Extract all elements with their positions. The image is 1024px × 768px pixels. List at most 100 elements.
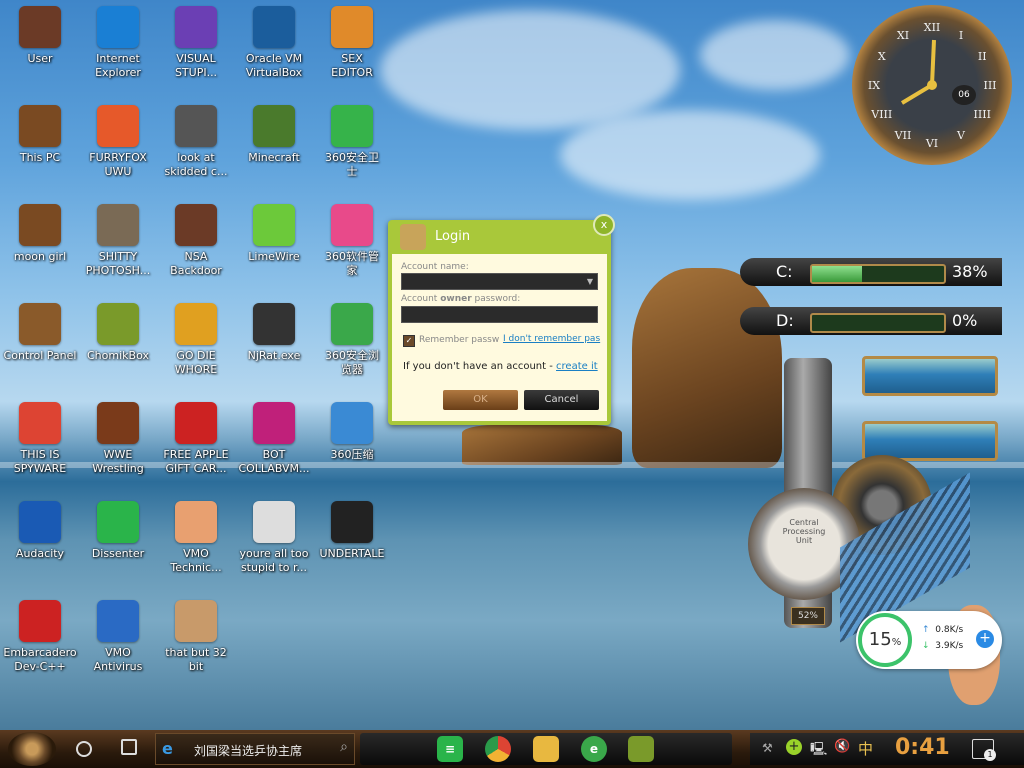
- drive-usage-bar: [810, 264, 946, 284]
- monitor-icon: [253, 402, 295, 444]
- desktop-icon[interactable]: User: [0, 6, 80, 66]
- forgot-password-link[interactable]: I don't remember pas: [503, 334, 600, 344]
- cpu-usage-ring: 15%: [858, 613, 912, 667]
- desktop-icon-label: Minecraft: [248, 151, 300, 164]
- cancel-button[interactable]: Cancel: [524, 390, 599, 410]
- desktop-icon[interactable]: Control Panel: [0, 303, 80, 363]
- desktop-icon[interactable]: Minecraft: [234, 105, 314, 165]
- taskbar-clock[interactable]: 0:41: [895, 735, 950, 760]
- limewire-icon: [253, 204, 295, 246]
- cloud: [560, 110, 820, 200]
- cpu-gauge-title: Central Processing Unit: [782, 518, 826, 545]
- desktop-icon[interactable]: NjRat.exe: [234, 303, 314, 363]
- desktop-icon-label: WWE Wrestling: [92, 448, 144, 475]
- password-field[interactable]: [401, 306, 598, 323]
- ok-button[interactable]: OK: [443, 390, 518, 410]
- desktop-icon[interactable]: Oracle VM VirtualBox: [234, 6, 314, 80]
- desktop-icon[interactable]: 360压缩: [312, 402, 392, 462]
- network-icon[interactable]: 🖳: [810, 740, 827, 762]
- volume-muted-icon[interactable]: 🔇: [834, 739, 850, 754]
- remember-checkbox[interactable]: ✓: [403, 335, 415, 347]
- desktop-icon[interactable]: 360安全浏 览器: [312, 303, 392, 377]
- desktop-icon-label: VMO Antivirus: [93, 646, 143, 673]
- desktop-icon[interactable]: This PC: [0, 105, 80, 165]
- oven-icon: [97, 402, 139, 444]
- clock-numeral: IX: [868, 79, 880, 92]
- desktop-icon[interactable]: FREE APPLE GIFT CAR...: [156, 402, 236, 476]
- tv-icon: [175, 204, 217, 246]
- search-icon[interactable]: ⌕: [340, 739, 348, 755]
- 360-browser-icon: [331, 303, 373, 345]
- desktop-icon[interactable]: VMO Technic...: [156, 501, 236, 575]
- chrome-taskbar-icon[interactable]: [485, 736, 511, 762]
- desktop-icon[interactable]: SEX EDITOR: [312, 6, 392, 80]
- desktop-icon-label: 360安全卫 士: [325, 151, 379, 178]
- close-icon[interactable]: x: [593, 214, 615, 236]
- network-monitor[interactable]: 15% ↑ 0.8K/s ↓ 3.9K/s +: [856, 611, 1002, 669]
- tube-gauge-top: [862, 356, 998, 396]
- chevron-down-icon[interactable]: ▼: [587, 277, 593, 286]
- sea-rock: [632, 268, 782, 468]
- desktop-icon[interactable]: VISUAL STUPI...: [156, 6, 236, 80]
- desktop-icon[interactable]: GO DIE WHORE: [156, 303, 236, 377]
- task-view-icon[interactable]: [121, 739, 137, 755]
- de-icon: [175, 303, 217, 345]
- desktop-icon[interactable]: UNDERTALE: [312, 501, 392, 561]
- start-button[interactable]: [8, 732, 56, 766]
- minecraft-icon: [253, 105, 295, 147]
- desktop-icon[interactable]: moon girl: [0, 204, 80, 264]
- desktop-icon[interactable]: BOT COLLABVM...: [234, 402, 314, 476]
- account-name-label: Account name:: [401, 262, 469, 272]
- desktop-icon[interactable]: SHITTY PHOTOSH...: [78, 204, 158, 278]
- desktop-icon[interactable]: VMO Antivirus: [78, 600, 158, 674]
- desktop-icon-label: Embarcadero Dev-C++: [3, 646, 77, 673]
- desktop-icon[interactable]: Internet Explorer: [78, 6, 158, 80]
- clock-widget: XII I II III IIII V VI VII VIII IX X XI 06: [852, 5, 1012, 165]
- clock-numeral: VI: [925, 137, 938, 150]
- account-name-field[interactable]: ▼: [401, 273, 598, 290]
- 360-security-icon: [331, 105, 373, 147]
- hex-editor-icon: [331, 6, 373, 48]
- desktop-icon[interactable]: FURRYFOX UWU: [78, 105, 158, 179]
- desktop-icon[interactable]: Dissenter: [78, 501, 158, 561]
- desktop-icon[interactable]: THIS IS SPYWARE: [0, 402, 80, 476]
- desktop: User Internet Explorer VISUAL STUPI... Orac…: [0, 0, 1024, 730]
- desktop-icon-label: NSA Backdoor: [170, 250, 222, 277]
- desktop-icon-label: VMO Technic...: [170, 547, 222, 574]
- chomikbox-taskbar-icon[interactable]: [628, 736, 654, 762]
- login-dialog[interactable]: Login x Account name: ▼ Account owner pa…: [388, 214, 615, 425]
- drive-gauge-d: D: 0%: [740, 307, 1002, 335]
- desktop-icon[interactable]: ChomikBox: [78, 303, 158, 363]
- desktop-icon[interactable]: 360安全卫 士: [312, 105, 392, 179]
- desktop-icon[interactable]: NSA Backdoor: [156, 204, 236, 278]
- desktop-icon[interactable]: that but 32 bit: [156, 600, 236, 674]
- desktop-icon-label: SHITTY PHOTOSH...: [85, 250, 151, 277]
- file-explorer-icon[interactable]: [533, 736, 559, 762]
- cloud: [700, 20, 850, 90]
- ime-indicator[interactable]: 中: [858, 738, 873, 759]
- desktop-icon-label: Internet Explorer: [95, 52, 141, 79]
- 360-browser-taskbar-icon[interactable]: e: [581, 736, 607, 762]
- wrench-icon[interactable]: ⚒: [762, 741, 773, 755]
- search-box[interactable]: e 刘国梁当选乒协主席 ⌕: [155, 733, 355, 765]
- desktop-icon[interactable]: 360软件管 家: [312, 204, 392, 278]
- devcpp-icon: [19, 600, 61, 642]
- desktop-icon-label: UNDERTALE: [319, 547, 385, 560]
- add-icon[interactable]: +: [976, 630, 994, 648]
- desktop-icon[interactable]: youre all too stupid to r...: [234, 501, 314, 575]
- 360-tray-icon[interactable]: +: [786, 739, 802, 755]
- dissenter-taskbar-icon[interactable]: ≡: [437, 736, 463, 762]
- desktop-icon-label: 360压缩: [330, 448, 374, 461]
- desktop-icon-label: moon girl: [13, 250, 67, 263]
- desktop-icon[interactable]: LimeWire: [234, 204, 314, 264]
- desktop-icon[interactable]: Embarcadero Dev-C++: [0, 600, 80, 674]
- desktop-icon[interactable]: look at skidded c...: [156, 105, 236, 179]
- system-tray: ⚒ + 🖳 🔇 中 0:41 1: [750, 733, 1024, 765]
- chomikbox-icon: [97, 303, 139, 345]
- notification-badge: 1: [984, 749, 996, 761]
- 360-software-icon: [331, 204, 373, 246]
- cortana-icon[interactable]: [76, 741, 92, 757]
- desktop-icon[interactable]: WWE Wrestling: [78, 402, 158, 476]
- desktop-icon[interactable]: Audacity: [0, 501, 80, 561]
- create-account-link[interactable]: create it: [556, 361, 598, 372]
